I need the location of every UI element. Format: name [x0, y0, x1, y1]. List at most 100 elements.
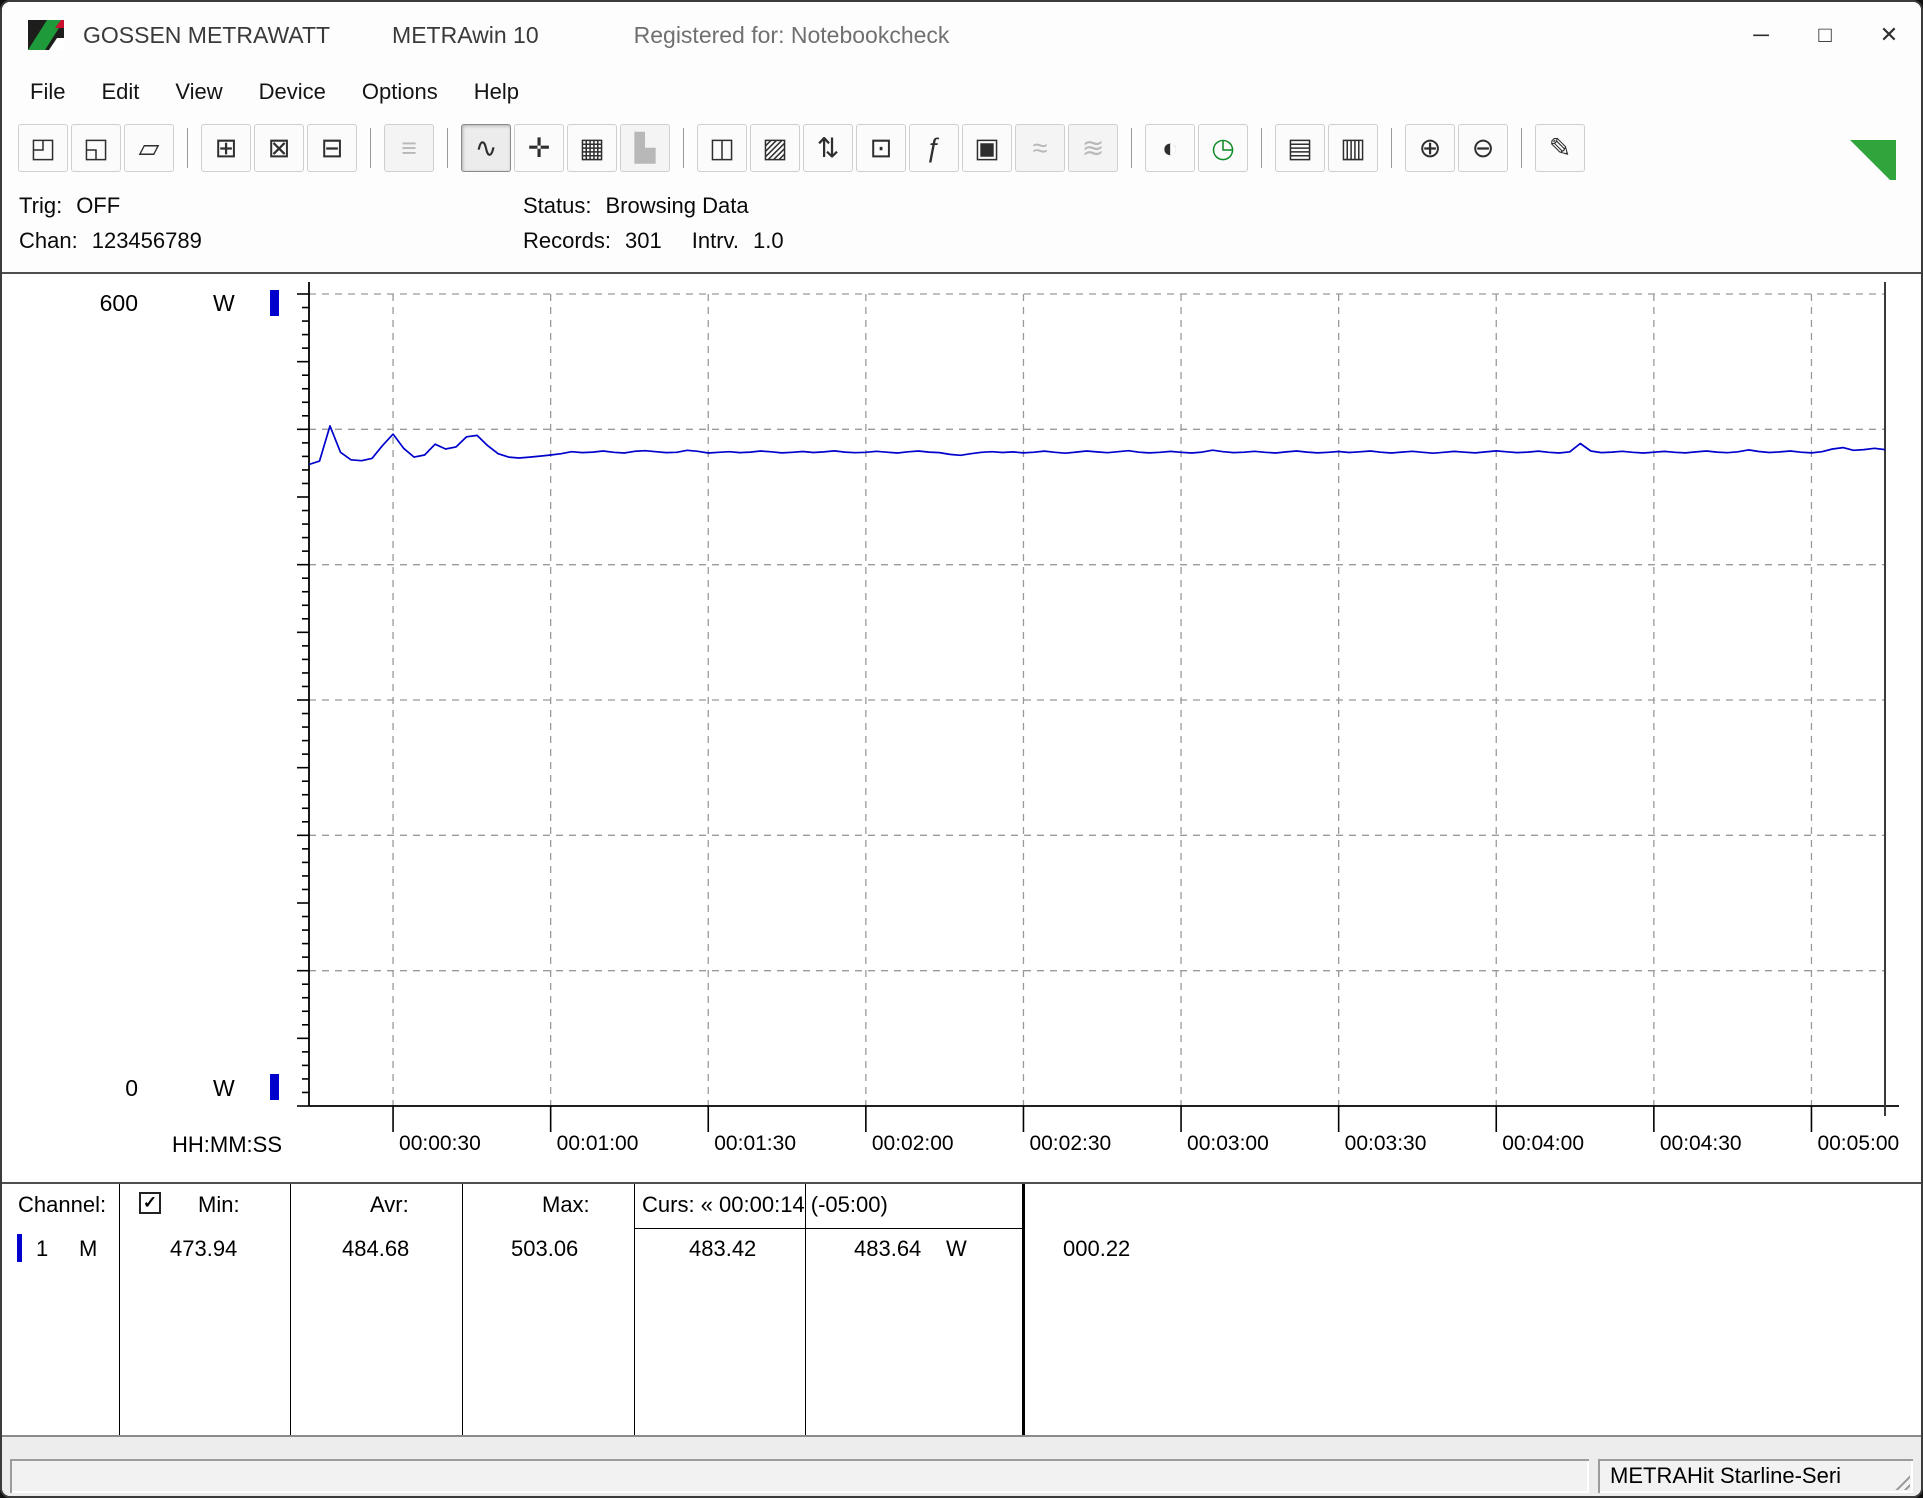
channel-settings-icon[interactable]: ▨ [750, 124, 800, 172]
zoom-in-icon-glyph: ⊕ [1418, 132, 1442, 163]
toolbar-separator [447, 128, 451, 168]
copy-window-icon[interactable]: ◫ [697, 124, 747, 172]
menu-item-options[interactable]: Options [344, 73, 456, 111]
toolbar-separator [1131, 128, 1135, 168]
device-offline-icon-glyph: ≡ [401, 132, 417, 163]
y-axis-channel-marker-bottom [270, 1074, 279, 1100]
gossen-metrawatt-logo-icon [28, 20, 64, 50]
interval-value: 1.0 [753, 228, 784, 253]
toolbar-separator [370, 128, 374, 168]
min-header: Min: [198, 1192, 240, 1217]
scale-settings-icon[interactable]: ⇅ [803, 124, 853, 172]
data-tip-icon[interactable]: ✎ [1535, 124, 1585, 172]
color-settings-icon[interactable]: ◐ [1145, 124, 1195, 172]
minimize-button[interactable]: ─ [1729, 2, 1793, 68]
menu-item-device[interactable]: Device [241, 73, 344, 111]
monitor-view-icon[interactable]: ⊡ [856, 124, 906, 172]
save-as-icon[interactable]: ◱ [71, 124, 121, 172]
timer-icon[interactable]: ◷ [1198, 124, 1248, 172]
cursor-header: Curs: « 00:00:14 (-05:00) [642, 1192, 888, 1217]
device-display-icon[interactable]: ▣ [962, 124, 1012, 172]
power-trace [308, 425, 1886, 466]
y-axis-max-label: 600 [99, 290, 138, 316]
window-controls: ─ □ ✕ [1729, 2, 1921, 68]
menu-bar: File Edit View Device Options Help [2, 68, 1921, 116]
trig-value: OFF [76, 193, 121, 218]
max-header: Max: [542, 1192, 590, 1217]
channel-mode: M [79, 1236, 98, 1261]
toolbar-separator [1391, 128, 1395, 168]
print-preview-icon-glyph: ▥ [1340, 132, 1366, 163]
zoom-in-icon[interactable]: ⊕ [1405, 124, 1455, 172]
channel-settings-icon-glyph: ▨ [762, 132, 788, 163]
maximize-button[interactable]: □ [1793, 2, 1857, 68]
toolbar-separator [1521, 128, 1525, 168]
print-icon-glyph: ▤ [1287, 132, 1313, 163]
status-label: Status: [523, 193, 592, 218]
app-window: GOSSEN METRAWATT METRAwin 10 Registered … [0, 0, 1923, 1498]
menu-item-view[interactable]: View [157, 73, 240, 111]
copy-window-icon-glyph: ◫ [709, 132, 735, 163]
toolbar-separator [683, 128, 687, 168]
table-column-divider [119, 1184, 120, 1435]
min-value: 473.94 [170, 1236, 238, 1261]
plot-area[interactable] [2, 274, 1923, 1182]
table-view-icon[interactable]: ▦ [567, 124, 617, 172]
histogram-view-icon-glyph: ▙ [634, 132, 656, 163]
device-name-panel: METRAHit Starline-Seri [1598, 1459, 1913, 1493]
avr-header: Avr: [370, 1192, 409, 1217]
envelope-curve-icon: ≋ [1068, 124, 1118, 172]
minmax-record-icon: ≈ [1015, 124, 1065, 172]
resize-grip[interactable] [1890, 1470, 1910, 1490]
save-icon-glyph: ◰ [30, 132, 56, 163]
y-axis-unit-bottom: W [213, 1075, 235, 1101]
monitor-view-icon-glyph: ⊡ [869, 132, 893, 163]
menu-item-edit[interactable]: Edit [83, 73, 157, 111]
export-data-icon[interactable]: ⊞ [201, 124, 251, 172]
import-data-icon-glyph: ⊟ [320, 132, 344, 163]
print-preview-icon[interactable]: ▥ [1328, 124, 1378, 172]
delete-data-icon[interactable]: ⊠ [254, 124, 304, 172]
print-icon[interactable]: ▤ [1275, 124, 1325, 172]
channel-stats-table: Channel: ✓ Min: Avr: Max: Curs: « 00:00:… [2, 1184, 1921, 1437]
envelope-curve-icon-glyph: ≋ [1081, 132, 1105, 163]
toolbar-separator [187, 128, 191, 168]
x-axis-title: HH:MM:SS [172, 1132, 282, 1157]
chart-panel: 600 W 0 W HH:MM:SS 00:00:30 00:01:00 00:01… [2, 274, 1921, 1182]
channel-visible-checkbox[interactable]: ✓ [139, 1192, 161, 1214]
open-icon[interactable]: ▱ [124, 124, 174, 172]
table-column-divider [634, 1184, 635, 1435]
save-icon[interactable]: ◰ [18, 124, 68, 172]
menu-item-help[interactable]: Help [456, 73, 537, 111]
table-column-divider [462, 1184, 463, 1435]
formula-icon-glyph: ƒ [926, 132, 942, 163]
interval-label: Intrv. [691, 228, 740, 253]
trig-label: Trig: [19, 193, 63, 218]
menu-item-file[interactable]: File [12, 73, 83, 111]
cursor-b-unit: W [946, 1236, 967, 1261]
import-data-icon[interactable]: ⊟ [307, 124, 357, 172]
chan-label: Chan: [19, 228, 78, 253]
zoom-out-icon[interactable]: ⊖ [1458, 124, 1508, 172]
crosshair-cursor-icon[interactable]: ✛ [514, 124, 564, 172]
chart-view-icon[interactable]: ∿ [461, 124, 511, 172]
chart-view-icon-glyph: ∿ [474, 132, 498, 163]
cursor-a-value: 483.42 [689, 1236, 757, 1261]
minmax-record-icon-glyph: ≈ [1032, 132, 1048, 163]
channel-header: Channel: [18, 1192, 107, 1217]
status-value: Browsing Data [605, 193, 749, 218]
registered-for-label: Registered for: Notebookcheck [633, 21, 950, 48]
max-value: 503.06 [511, 1236, 579, 1261]
formula-icon[interactable]: ƒ [909, 124, 959, 172]
scale-settings-icon-glyph: ⇅ [816, 132, 840, 163]
timer-icon-glyph: ◷ [1211, 132, 1235, 163]
toolbar: ◰ ◱ ▱ ⊞ ⊠ ⊟ ≡ ∿ ✛ ▦ ▙ ◫ ▨ ⇅ ⊡ ƒ ▣ ≈ ≋ ◐ ◷ ▤ ▥ ⊕ ⊖ ✎ [2, 116, 1921, 180]
close-button[interactable]: ✕ [1857, 2, 1921, 68]
toolbar-separator [1261, 128, 1265, 168]
color-settings-icon-glyph: ◐ [1161, 132, 1179, 163]
delete-data-icon-glyph: ⊠ [267, 132, 291, 163]
device-name: METRAHit Starline-Seri [1610, 1463, 1842, 1488]
cursor-delta-value: 000.22 [1063, 1236, 1131, 1261]
table-column-divider [290, 1184, 291, 1435]
zoom-out-icon-glyph: ⊖ [1471, 132, 1495, 163]
